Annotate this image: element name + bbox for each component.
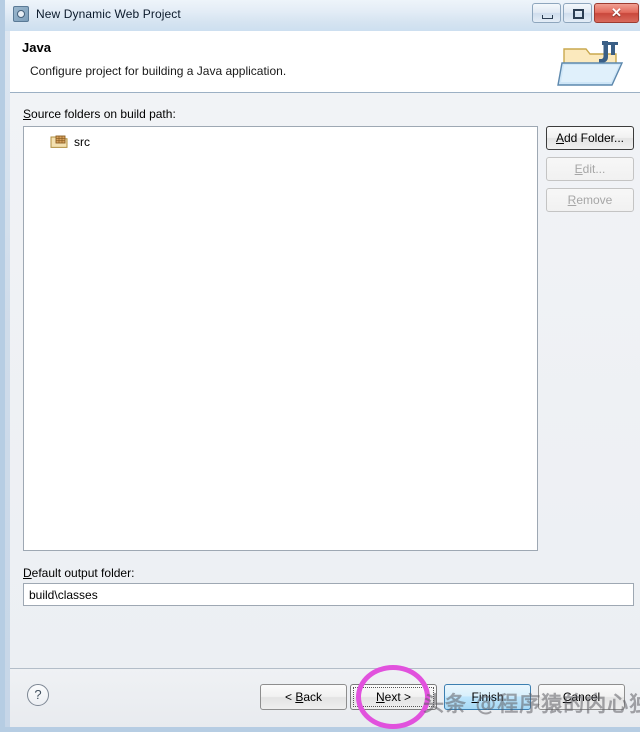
remove-button-accel: R: [567, 193, 577, 207]
back-button[interactable]: < Back: [260, 684, 347, 710]
source-folders-label-accel: S: [23, 107, 32, 121]
cancel-button[interactable]: Cancel: [538, 684, 625, 710]
remove-button[interactable]: Remove: [546, 188, 634, 212]
java-folder-banner-icon: [557, 41, 624, 86]
help-icon[interactable]: ?: [27, 684, 49, 706]
list-item-src[interactable]: src: [50, 134, 90, 149]
cancel-button-label: ancel: [571, 690, 601, 704]
page-description: Configure project for building a Java ap…: [30, 64, 287, 78]
source-folders-list[interactable]: src: [23, 126, 538, 551]
add-folder-button[interactable]: Add Folder...: [546, 126, 634, 150]
back-button-label: ack: [303, 690, 323, 704]
close-button[interactable]: ✕: [594, 3, 639, 23]
focus-outline: [353, 687, 434, 707]
wizard-footer: ? < Back Next > Finish Cancel: [10, 668, 640, 727]
remove-button-label: emove: [576, 193, 613, 207]
finish-button-label: inish: [478, 690, 504, 704]
wizard-header: Java Configure project for building a Ja…: [10, 31, 640, 93]
source-folders-label-rest: ource folders on build path:: [31, 107, 176, 121]
maximize-button[interactable]: [563, 3, 592, 23]
finish-button-accel: F: [471, 690, 479, 704]
default-output-folder-label-accel: D: [23, 566, 32, 580]
list-item-label: src: [74, 134, 90, 149]
window-title: New Dynamic Web Project: [36, 7, 181, 21]
default-output-folder-label-rest: efault output folder:: [31, 566, 135, 580]
help-glyph: ?: [34, 687, 42, 702]
next-button[interactable]: Next >: [350, 684, 437, 710]
add-folder-button-accel: A: [555, 131, 564, 145]
edit-button[interactable]: Edit...: [546, 157, 634, 181]
add-folder-button-label: dd Folder...: [563, 131, 625, 145]
source-folders-label: Source folders on build path:: [23, 107, 176, 121]
maximize-icon: [573, 9, 584, 19]
back-button-prefix: <: [284, 690, 296, 704]
finish-button[interactable]: Finish: [444, 684, 531, 710]
title-bar-content: New Dynamic Web Project: [13, 6, 181, 22]
minimize-icon: [542, 15, 553, 19]
minimize-button[interactable]: [532, 3, 561, 23]
wizard-body: Source folders on build path: src Add Fo…: [10, 93, 640, 668]
edit-button-label: dit...: [582, 162, 606, 176]
edit-button-accel: E: [574, 162, 583, 176]
default-output-folder-label: Default output folder:: [23, 566, 134, 580]
page-title: Java: [22, 40, 51, 55]
title-bar: New Dynamic Web Project ✕: [5, 0, 640, 31]
window-controls: ✕: [532, 3, 639, 23]
dialog-window: New Dynamic Web Project ✕ Java Configure…: [0, 0, 640, 732]
default-output-folder-input[interactable]: [23, 583, 634, 606]
source-folder-icon: [50, 135, 68, 148]
eclipse-wizard-icon: [13, 6, 29, 22]
close-icon: ✕: [611, 5, 622, 20]
